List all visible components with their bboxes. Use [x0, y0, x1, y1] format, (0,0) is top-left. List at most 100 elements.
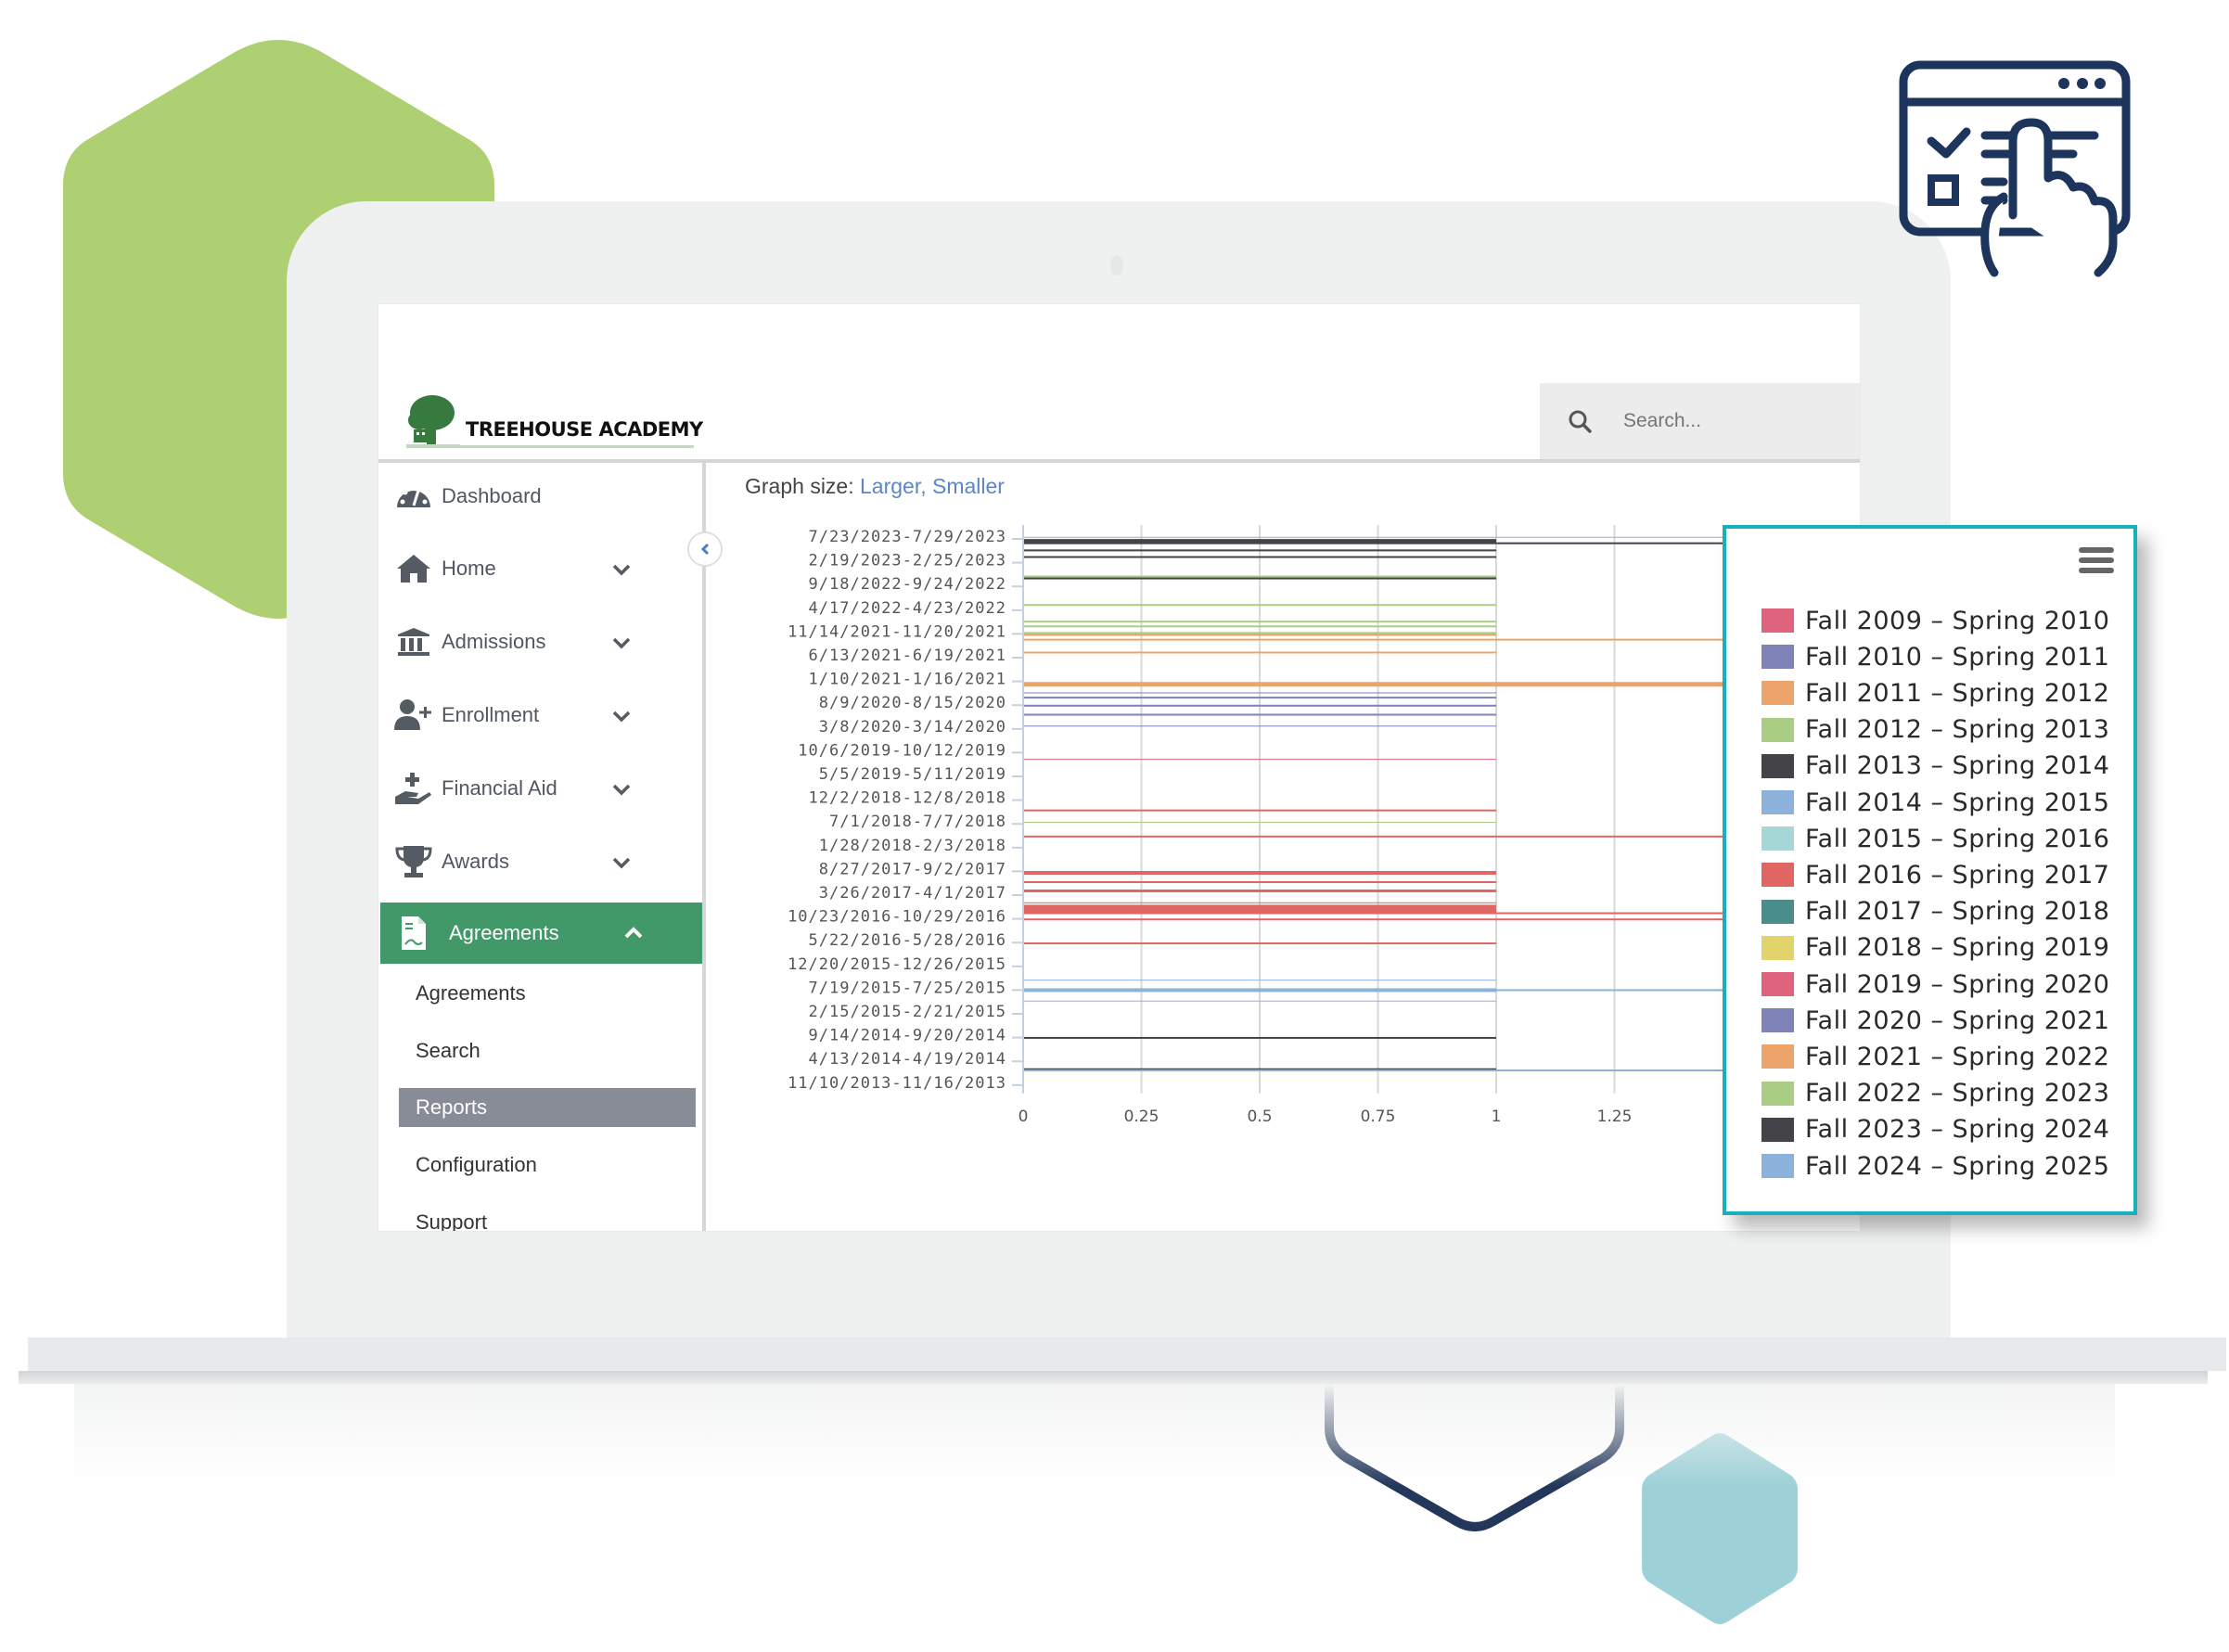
graph-smaller-link[interactable]: Smaller	[932, 474, 1005, 498]
chart-bar[interactable]	[1024, 880, 1496, 883]
chart-bar[interactable]	[1024, 889, 1496, 892]
search-bar[interactable]	[1540, 383, 1860, 459]
y-axis: 7/23/2023-7/29/2023 2/19/2023-2/25/2023 9/…	[788, 528, 1023, 1093]
sidebar-subitem-search[interactable]: Search	[399, 1031, 696, 1070]
chart-bar[interactable]	[1024, 575, 1496, 578]
chart-bar[interactable]	[1024, 549, 1496, 552]
chart-bar[interactable]	[1024, 621, 1496, 623]
chart-bar[interactable]	[1024, 759, 1496, 761]
legend-swatch	[1761, 935, 1794, 960]
chart-bar[interactable]	[1024, 632, 1496, 634]
legend-item[interactable]: Fall 2012 – Spring 2013	[1761, 714, 2110, 746]
chart-bar[interactable]	[1024, 821, 1496, 823]
chart-bar[interactable]	[1024, 835, 1733, 838]
legend-item[interactable]: Fall 2010 – Spring 2011	[1761, 641, 2110, 672]
legend-item[interactable]: Fall 2021 – Spring 2022	[1761, 1041, 2110, 1072]
chevron-down-icon[interactable]	[608, 629, 635, 657]
chart-bar[interactable]	[1024, 625, 1496, 628]
sidebar-subitem-support[interactable]: Support	[399, 1203, 696, 1231]
x-tick-label: 0.5	[1247, 1108, 1272, 1126]
chart-bar[interactable]	[1024, 713, 1496, 716]
chart-bar[interactable]	[1024, 809, 1496, 812]
chart-bar[interactable]	[1024, 1000, 1496, 1002]
legend-item[interactable]: Fall 2015 – Spring 2016	[1761, 823, 2110, 854]
legend-item[interactable]: Fall 2022 – Spring 2023	[1761, 1078, 2110, 1109]
legend-item[interactable]: Fall 2016 – Spring 2017	[1761, 859, 2110, 890]
chart-bar[interactable]	[1024, 682, 1733, 687]
chart-bar[interactable]	[1024, 871, 1496, 876]
sidebar-item-label: Dashboard	[442, 484, 542, 507]
graph-larger-link[interactable]: Larger	[860, 474, 920, 498]
legend-swatch	[1761, 717, 1794, 742]
sidebar-subitem-agreements[interactable]: Agreements	[399, 974, 696, 1013]
chart-bar[interactable]	[1024, 604, 1496, 607]
laptop-base-shadow	[19, 1371, 2208, 1384]
search-input[interactable]	[1621, 409, 1857, 433]
legend-item[interactable]: Fall 2020 – Spring 2021	[1761, 1005, 2110, 1036]
chart-bar[interactable]	[1024, 942, 1496, 945]
chart-bar[interactable]	[1024, 536, 1733, 538]
sidebar-subitem-reports[interactable]: Reports	[399, 1088, 696, 1127]
chevron-down-icon[interactable]	[608, 775, 635, 803]
chart-bar[interactable]	[1024, 912, 1733, 915]
chart-bar[interactable]	[1024, 697, 1496, 699]
sidebar-item-enrollment[interactable]: Enrollment	[380, 687, 702, 743]
chart-bar[interactable]	[1024, 692, 1496, 694]
sidebar-item-agreements[interactable]: Agreements	[380, 903, 702, 964]
chart-bar[interactable]	[1024, 539, 1496, 544]
chart-bar[interactable]	[1024, 1036, 1496, 1039]
bank-building-icon	[393, 623, 434, 660]
legend-item[interactable]: Fall 2018 – Spring 2019	[1761, 932, 2110, 964]
legend-item[interactable]: Fall 2011 – Spring 2012	[1761, 677, 2110, 709]
graph-size-label: Graph size:	[745, 474, 854, 498]
dashboard-gauge-icon	[393, 478, 434, 515]
legend-swatch	[1761, 753, 1794, 778]
legend-swatch	[1761, 1081, 1794, 1106]
x-tick-label: 1	[1492, 1108, 1502, 1126]
chart-bar[interactable]	[1024, 577, 1496, 580]
chart-bar[interactable]	[1024, 651, 1496, 654]
chart-bar[interactable]	[1024, 989, 1733, 992]
chart-bar[interactable]	[1024, 904, 1496, 914]
hand-holding-plus-icon	[393, 770, 434, 807]
sidebar-item-dashboard[interactable]: Dashboard	[380, 468, 702, 524]
legend-item[interactable]: Fall 2019 – Spring 2020	[1761, 968, 2110, 1000]
tree-house-logo-icon	[406, 395, 460, 447]
sidebar-item-admissions[interactable]: Admissions	[380, 614, 702, 670]
chart-bar[interactable]	[1024, 638, 1733, 641]
chart-bar[interactable]	[1024, 918, 1733, 921]
home-icon	[393, 550, 434, 587]
chevron-down-icon[interactable]	[608, 556, 635, 583]
y-tick-label: 2/15/2015-2/21/2015	[809, 1003, 1006, 1021]
chevron-up-icon[interactable]	[620, 919, 647, 947]
chart-bar[interactable]	[1024, 542, 1733, 544]
sidebar-item-home[interactable]: Home	[380, 541, 702, 596]
legend-item[interactable]: Fall 2009 – Spring 2010	[1761, 605, 2110, 636]
legend-item[interactable]: Fall 2024 – Spring 2025	[1761, 1150, 2110, 1182]
legend-item[interactable]: Fall 2014 – Spring 2015	[1761, 787, 2110, 818]
chart-bar[interactable]	[1024, 556, 1496, 558]
subitem-label: Search	[416, 1039, 480, 1062]
sidebar-subitem-configuration[interactable]: Configuration	[399, 1146, 696, 1185]
chevron-down-icon[interactable]	[608, 849, 635, 877]
chart-bar[interactable]	[1024, 1069, 1733, 1071]
chevron-down-icon[interactable]	[608, 702, 635, 730]
legend-item[interactable]: Fall 2017 – Spring 2018	[1761, 896, 2110, 928]
y-tick-label: 1/10/2021-1/16/2021	[809, 671, 1006, 689]
y-tick-label: 12/2/2018-12/8/2018	[809, 789, 1006, 808]
hamburger-menu-icon[interactable]	[2079, 547, 2114, 575]
sidebar-item-awards[interactable]: Awards	[380, 834, 702, 890]
legend-label: Fall 2016 – Spring 2017	[1805, 860, 2110, 890]
legend-swatch	[1761, 826, 1794, 852]
legend-item[interactable]: Fall 2023 – Spring 2024	[1761, 1114, 2110, 1146]
laptop-base	[28, 1338, 2226, 1371]
chart-bar[interactable]	[1024, 704, 1496, 707]
legend-item[interactable]: Fall 2013 – Spring 2014	[1761, 750, 2110, 782]
y-tick-label: 4/13/2014-4/19/2014	[809, 1050, 1006, 1069]
brand-logo[interactable]: TREEHOUSE ACADEMY	[406, 392, 703, 448]
chart-bar[interactable]	[1024, 634, 1496, 636]
search-icon[interactable]	[1566, 409, 1594, 433]
legend-swatch	[1761, 899, 1794, 924]
chart-bar[interactable]	[1024, 725, 1496, 727]
sidebar-item-financial-aid[interactable]: Financial Aid	[380, 761, 702, 816]
